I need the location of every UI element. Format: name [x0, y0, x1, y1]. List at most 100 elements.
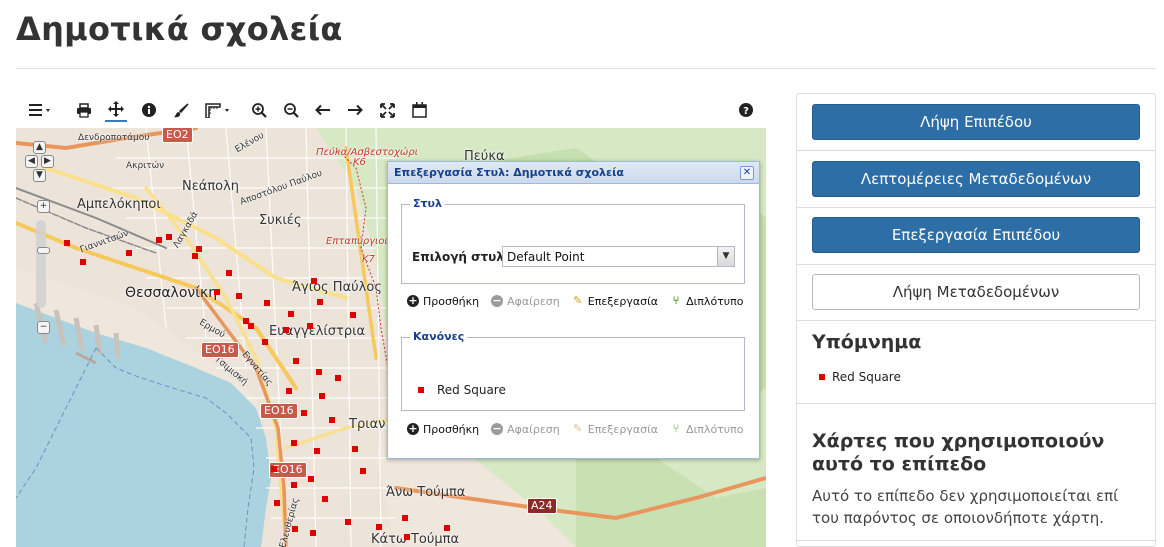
school-point[interactable] — [283, 327, 289, 333]
style-brush-icon[interactable] — [171, 98, 191, 122]
sidebar-divider — [797, 403, 1155, 404]
school-point[interactable] — [402, 515, 408, 521]
edit-style-button[interactable]: ✎ Επεξεργασία — [572, 295, 658, 308]
road-shield-eo16: ΕΟ16 — [260, 403, 298, 419]
school-point[interactable] — [192, 253, 198, 259]
school-point[interactable] — [80, 259, 86, 265]
rule-row[interactable]: Red Square — [418, 383, 506, 397]
remove-rule-button[interactable]: − Αφαίρεση — [491, 423, 560, 436]
school-point[interactable] — [307, 323, 313, 329]
calendar-icon[interactable] — [409, 98, 429, 122]
school-point[interactable] — [64, 240, 70, 246]
metadata-details-button[interactable]: Λεπτομέρειες Μεταδεδομένων — [812, 161, 1140, 197]
pan-up-button[interactable]: ▲ — [33, 141, 46, 154]
school-point[interactable] — [292, 526, 298, 532]
school-point[interactable] — [314, 448, 320, 454]
school-point[interactable] — [264, 300, 270, 306]
remove-style-button[interactable]: − Αφαίρεση — [491, 295, 560, 308]
layer-sidebar: Λήψη Επιπέδου Λεπτομέρειες Μεταδεδομένων… — [796, 93, 1156, 547]
edit-rule-button[interactable]: ✎ Επεξεργασία — [572, 423, 658, 436]
print-icon[interactable] — [74, 98, 94, 122]
school-point[interactable] — [262, 339, 268, 345]
style-editor-dialog: Επεξεργασία Στυλ: Δημοτικά σχολεία ✕ Στυ… — [387, 161, 760, 459]
school-point[interactable] — [335, 375, 341, 381]
title-divider — [16, 68, 1156, 69]
school-point[interactable] — [310, 530, 316, 536]
measure-icon[interactable] — [202, 98, 238, 122]
school-point[interactable] — [271, 466, 277, 472]
help-icon[interactable]: ? — [736, 98, 756, 122]
school-point[interactable] — [319, 393, 325, 399]
zoom-out-icon[interactable] — [281, 98, 301, 122]
close-icon[interactable]: ✕ — [740, 166, 754, 180]
school-point[interactable] — [308, 476, 314, 482]
sidebar-row: Λεπτομέρειες Μεταδεδομένων — [797, 151, 1155, 208]
pencil-icon: ✎ — [573, 422, 583, 435]
school-point[interactable] — [214, 289, 220, 295]
chevron-down-icon[interactable]: ▼ — [717, 247, 734, 266]
school-point[interactable] — [166, 234, 172, 240]
pan-icon[interactable] — [105, 98, 127, 122]
back-arrow-icon[interactable] — [313, 98, 333, 122]
zoom-in-icon[interactable] — [249, 98, 269, 122]
school-point[interactable] — [360, 468, 366, 474]
school-point[interactable] — [126, 250, 132, 256]
school-point[interactable] — [291, 482, 297, 488]
school-point[interactable] — [404, 534, 410, 540]
map-label-triandria: Τριαν — [349, 417, 386, 432]
school-point[interactable] — [345, 519, 351, 525]
school-point[interactable] — [293, 358, 299, 364]
dialog-title: Επεξεργασία Στυλ: Δημοτικά σχολεία — [394, 166, 624, 179]
school-point[interactable] — [274, 500, 280, 506]
layers-menu-icon[interactable] — [26, 98, 56, 122]
school-point[interactable] — [329, 417, 335, 423]
add-style-button[interactable]: + Προσθήκη — [407, 295, 479, 308]
school-point[interactable] — [156, 237, 162, 243]
maps-using-layer-text: Αυτό το επίπεδο δεν χρησιμοποιείται επί … — [812, 487, 1119, 527]
school-point[interactable] — [350, 312, 356, 318]
zoom-out-button[interactable]: − — [37, 321, 50, 334]
map-label-thessaloniki: Θεσσαλονίκη — [125, 285, 218, 301]
school-point[interactable] — [248, 323, 254, 329]
school-point[interactable] — [316, 369, 322, 375]
map-label-dendropotamou: Δενδροποτάμου — [78, 133, 150, 143]
duplicate-style-button[interactable]: ⑂ Διπλότυπο — [670, 295, 744, 308]
download-metadata-button[interactable]: Λήψη Μεταδεδομένων — [812, 274, 1140, 310]
school-point[interactable] — [196, 246, 202, 252]
map-label-agios-pavlos: Άγιος Παύλος — [292, 280, 382, 295]
map-label-ampelokipoi: Αμπελόκηποι — [77, 197, 161, 212]
forward-arrow-icon[interactable] — [345, 98, 365, 122]
school-point[interactable] — [288, 311, 294, 317]
rules-section-label: Κανόνες — [410, 330, 468, 343]
school-point[interactable] — [352, 446, 358, 452]
zoom-slider-track[interactable] — [36, 220, 46, 308]
pan-right-button[interactable]: ▶ — [41, 155, 54, 168]
school-point[interactable] — [376, 524, 382, 530]
school-point[interactable] — [311, 278, 317, 284]
style-select[interactable]: Default Point ▼ — [502, 246, 735, 267]
edit-layer-button[interactable]: Επεξεργασία Επιπέδου — [812, 217, 1140, 253]
legend-item-label: Red Square — [832, 370, 901, 384]
school-point[interactable] — [226, 270, 232, 276]
school-point[interactable] — [301, 410, 307, 416]
pan-left-button[interactable]: ◀ — [25, 155, 38, 168]
legend-title: Υπόμνημα — [812, 331, 922, 353]
duplicate-rule-button[interactable]: ⑂ Διπλότυπο — [670, 423, 744, 436]
svg-text:?: ? — [743, 106, 749, 117]
map-label-ano-toumpa: Άνω Τούμπα — [386, 485, 466, 500]
zoom-in-button[interactable]: + — [37, 200, 50, 213]
school-point[interactable] — [286, 388, 292, 394]
map-label-pefka-asvestochori: Πεύκα/Ασβεστοχώρι — [316, 147, 419, 158]
road-label-k6: Κ6 — [353, 157, 366, 168]
zoom-slider-handle[interactable] — [37, 247, 50, 254]
school-point[interactable] — [444, 525, 450, 531]
fullscreen-icon[interactable] — [377, 98, 397, 122]
pan-down-button[interactable]: ▼ — [33, 169, 46, 182]
school-point[interactable] — [317, 299, 323, 305]
school-point[interactable] — [291, 440, 297, 446]
school-point[interactable] — [236, 293, 242, 299]
add-rule-button[interactable]: + Προσθήκη — [407, 423, 479, 436]
school-point[interactable] — [322, 496, 328, 502]
info-icon[interactable] — [139, 98, 159, 122]
download-layer-button[interactable]: Λήψη Επιπέδου — [812, 104, 1140, 140]
